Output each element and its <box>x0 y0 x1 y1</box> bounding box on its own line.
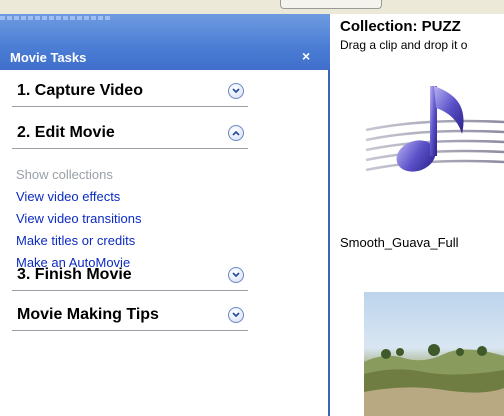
clip-caption[interactable]: Smooth_Guava_Full <box>340 235 459 250</box>
task-show-collections: Show collections <box>16 167 113 182</box>
chevron-down-icon[interactable] <box>228 267 244 283</box>
section-finish-movie[interactable]: 3. Finish Movie <box>12 264 248 291</box>
tab-edge <box>280 0 382 9</box>
landscape-video-thumbnail[interactable] <box>364 292 504 416</box>
task-view-video-transitions[interactable]: View video transitions <box>16 208 256 230</box>
edit-movie-tasks: Show collections View video effects View… <box>16 164 256 274</box>
section-label[interactable]: 2. Edit Movie <box>17 124 115 142</box>
section-label[interactable]: Movie Making Tips <box>17 306 159 324</box>
top-bar <box>0 0 504 14</box>
pane-title: Movie Tasks <box>10 50 87 65</box>
section-movie-making-tips[interactable]: Movie Making Tips <box>12 304 248 331</box>
music-note-icon[interactable] <box>364 72 504 180</box>
collection-title: Collection: PUZZ <box>340 18 461 35</box>
section-edit-movie[interactable]: 2. Edit Movie <box>12 122 248 149</box>
chevron-up-icon[interactable] <box>228 125 244 141</box>
section-capture-video[interactable]: 1. Capture Video <box>12 80 248 107</box>
close-icon[interactable]: × <box>302 48 310 64</box>
task-view-video-effects[interactable]: View video effects <box>16 186 256 208</box>
pane-divider <box>328 70 330 416</box>
collection-hint: Drag a clip and drop it o <box>340 38 468 52</box>
chevron-down-icon[interactable] <box>228 307 244 323</box>
header-grip <box>0 16 110 20</box>
task-make-titles-credits[interactable]: Make titles or credits <box>16 230 256 252</box>
movie-tasks-pane: Movie Tasks × 1. Capture Video 2. Edit M… <box>0 14 330 416</box>
chevron-down-icon[interactable] <box>228 83 244 99</box>
section-label[interactable]: 1. Capture Video <box>17 82 143 100</box>
pane-header: Movie Tasks × <box>0 14 330 70</box>
section-label[interactable]: 3. Finish Movie <box>17 266 132 284</box>
